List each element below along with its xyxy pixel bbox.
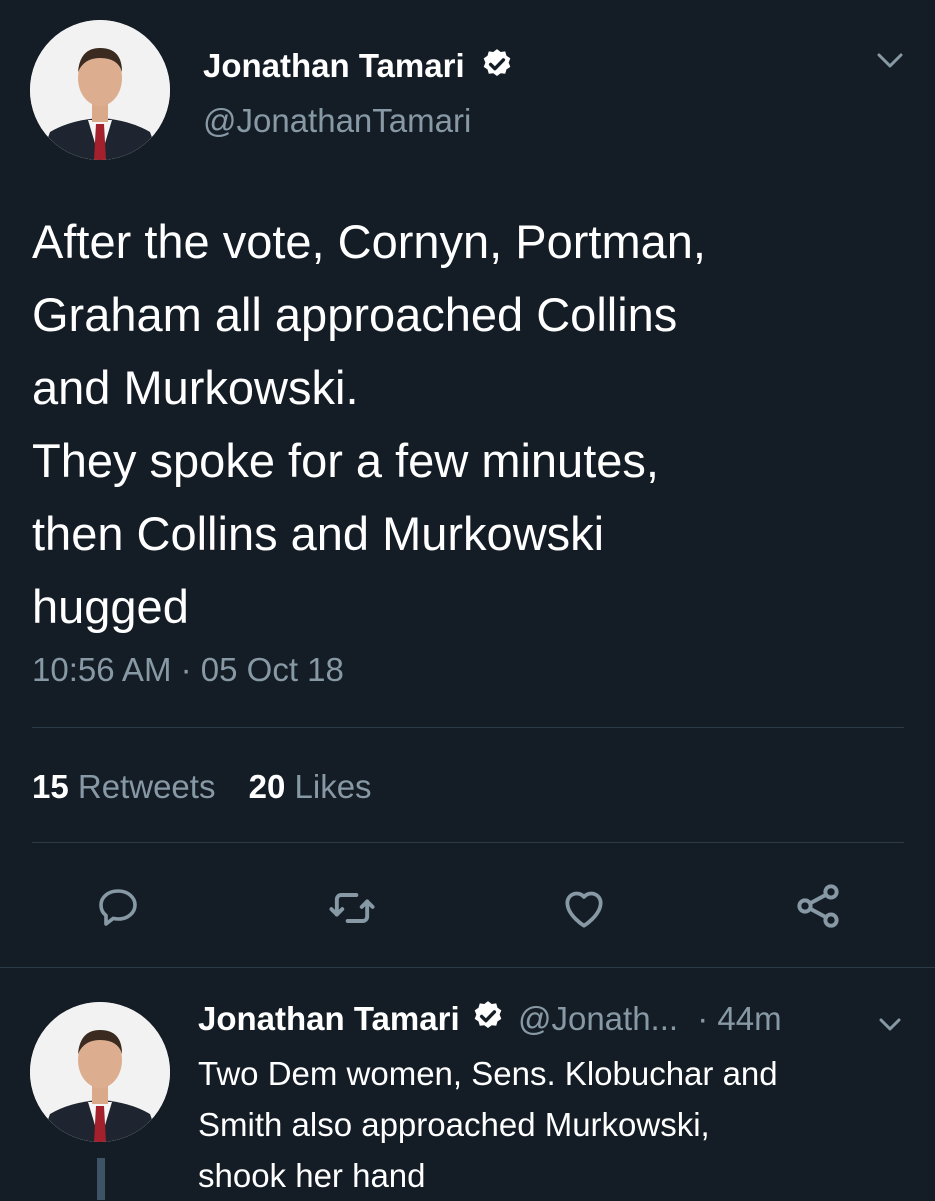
- retweets-stat[interactable]: 15 Retweets: [32, 768, 225, 805]
- divider: [32, 842, 904, 843]
- tweet-text-line: hugged: [32, 580, 189, 633]
- verified-badge-icon: [471, 999, 505, 1043]
- reply-author-name[interactable]: Jonathan Tamari: [198, 1000, 460, 1037]
- chevron-down-icon[interactable]: [872, 1012, 908, 1038]
- reply-header: Jonathan Tamari @Jonath... · 44m: [198, 998, 888, 1043]
- reply-text-line: Two Dem women, Sens. Klobuchar and: [198, 1055, 778, 1092]
- retweets-label: Retweets: [77, 768, 216, 805]
- tweet-text-line: They spoke for a few minutes,: [32, 434, 659, 487]
- avatar-photo: [30, 1002, 170, 1142]
- like-icon[interactable]: [556, 880, 612, 936]
- likes-stat[interactable]: 20 Likes: [249, 768, 372, 805]
- reply-text: Two Dem women, Sens. Klobuchar and Smith…: [198, 1048, 918, 1201]
- tweet-text-line: then Collins and Murkowski: [32, 507, 605, 560]
- author-handle[interactable]: @JonathanTamari: [203, 101, 471, 141]
- reply-icon[interactable]: [90, 880, 146, 936]
- tweet-text-line: After the vote, Cornyn, Portman,: [32, 215, 706, 268]
- author-avatar[interactable]: [30, 20, 170, 160]
- tweet-time: 10:56 AM: [32, 651, 172, 688]
- divider: [32, 727, 904, 728]
- author-name-text: Jonathan Tamari: [203, 47, 465, 84]
- timestamp-separator: ·: [180, 651, 192, 688]
- thread-line: [97, 1158, 105, 1200]
- reply-author-handle[interactable]: @Jonath...: [518, 1000, 678, 1037]
- retweets-count: 15: [32, 768, 69, 805]
- chevron-down-icon[interactable]: [872, 46, 908, 76]
- divider: [0, 967, 935, 968]
- likes-label: Likes: [294, 768, 372, 805]
- reply-text-line: Smith also approached Murkowski,: [198, 1106, 710, 1143]
- tweet-text-line: and Murkowski.: [32, 361, 359, 414]
- share-icon[interactable]: [790, 878, 846, 934]
- avatar-photo: [30, 20, 170, 160]
- tweet-text: After the vote, Cornyn, Portman, Graham …: [32, 205, 912, 643]
- tweet-timestamp: 10:56 AM · 05 Oct 18: [32, 650, 344, 690]
- reply-author-avatar[interactable]: [30, 1002, 170, 1142]
- verified-badge-icon: [480, 47, 514, 90]
- likes-count: 20: [248, 768, 286, 805]
- reply-text-line: shook her hand: [198, 1157, 426, 1194]
- tweet-text-line: Graham all approached Collins: [32, 288, 678, 341]
- author-name[interactable]: Jonathan Tamari: [203, 46, 514, 90]
- tweet-date: 05 Oct 18: [200, 651, 344, 688]
- retweet-icon[interactable]: [324, 880, 380, 936]
- tweet-stats: 15 Retweets 20 Likes: [32, 767, 372, 807]
- reply-time-ago: · 44m: [697, 1000, 782, 1037]
